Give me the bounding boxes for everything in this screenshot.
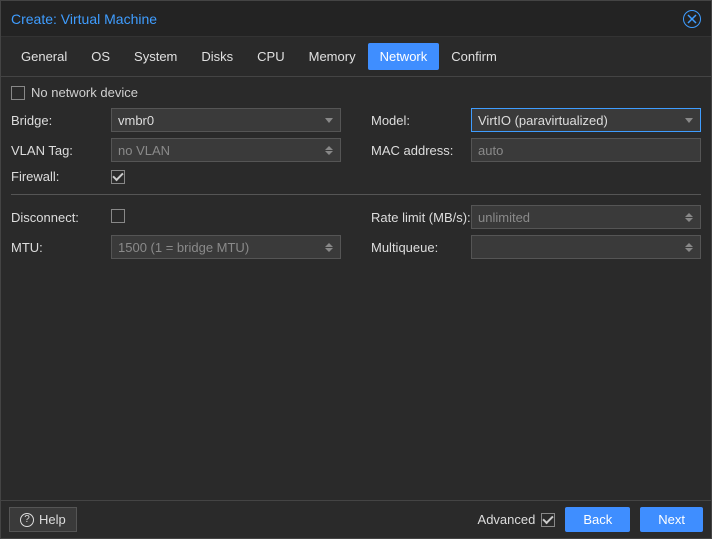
close-icon[interactable] [683,10,701,28]
help-icon: ? [20,513,34,527]
help-button[interactable]: ? Help [9,507,77,532]
spinner-icon [684,213,694,222]
advanced-label: Advanced [478,512,536,527]
footer: ? Help Advanced Back Next [1,500,711,538]
back-button[interactable]: Back [565,507,630,532]
model-label: Model: [371,113,471,128]
firewall-cell [111,168,341,184]
tab-disks[interactable]: Disks [189,43,245,70]
no-network-label: No network device [31,85,138,100]
divider [11,194,701,195]
tab-general[interactable]: General [9,43,79,70]
help-label: Help [39,512,66,527]
no-network-checkbox[interactable] [11,86,25,100]
footer-right: Advanced Back Next [478,507,703,532]
tab-system[interactable]: System [122,43,189,70]
next-button[interactable]: Next [640,507,703,532]
disconnect-cell [111,209,341,226]
advanced-checkbox[interactable] [541,513,555,527]
chevron-down-icon [684,118,694,123]
mac-field[interactable]: auto [471,138,701,162]
spinner-icon [684,243,694,252]
dialog-body: No network device Bridge: vmbr0 Model: V… [1,77,711,500]
tab-network[interactable]: Network [368,43,440,70]
bridge-label: Bridge: [11,113,111,128]
disconnect-checkbox[interactable] [111,209,125,223]
create-vm-dialog: Create: Virtual Machine General OS Syste… [0,0,712,539]
mtu-label: MTU: [11,240,111,255]
advanced-toggle[interactable]: Advanced [478,512,556,527]
multiqueue-label: Multiqueue: [371,240,471,255]
rate-field[interactable]: unlimited [471,205,701,229]
no-network-row: No network device [11,85,701,100]
dialog-title: Create: Virtual Machine [11,11,157,27]
bridge-value: vmbr0 [118,113,154,128]
mtu-field[interactable]: 1500 (1 = bridge MTU) [111,235,341,259]
mac-placeholder: auto [478,143,503,158]
disconnect-label: Disconnect: [11,210,111,225]
spinner-icon [324,243,334,252]
rate-placeholder: unlimited [478,210,530,225]
tab-cpu[interactable]: CPU [245,43,296,70]
vlan-label: VLAN Tag: [11,143,111,158]
vlan-field[interactable]: no VLAN [111,138,341,162]
chevron-down-icon [324,118,334,123]
vlan-placeholder: no VLAN [118,143,170,158]
bridge-field[interactable]: vmbr0 [111,108,341,132]
firewall-label: Firewall: [11,169,111,184]
mtu-placeholder: 1500 (1 = bridge MTU) [118,240,249,255]
tab-os[interactable]: OS [79,43,122,70]
fields-grid-bottom: Disconnect: Rate limit (MB/s): unlimited… [11,205,701,259]
tab-bar: General OS System Disks CPU Memory Netwo… [1,37,711,77]
model-field[interactable]: VirtIO (paravirtualized) [471,108,701,132]
spinner-icon [324,146,334,155]
firewall-checkbox[interactable] [111,170,125,184]
titlebar: Create: Virtual Machine [1,1,711,37]
mac-label: MAC address: [371,143,471,158]
multiqueue-field[interactable] [471,235,701,259]
tab-memory[interactable]: Memory [297,43,368,70]
model-value: VirtIO (paravirtualized) [478,113,608,128]
tab-confirm[interactable]: Confirm [439,43,509,70]
fields-grid-top: Bridge: vmbr0 Model: VirtIO (paravirtual… [11,108,701,184]
rate-label: Rate limit (MB/s): [371,210,471,225]
